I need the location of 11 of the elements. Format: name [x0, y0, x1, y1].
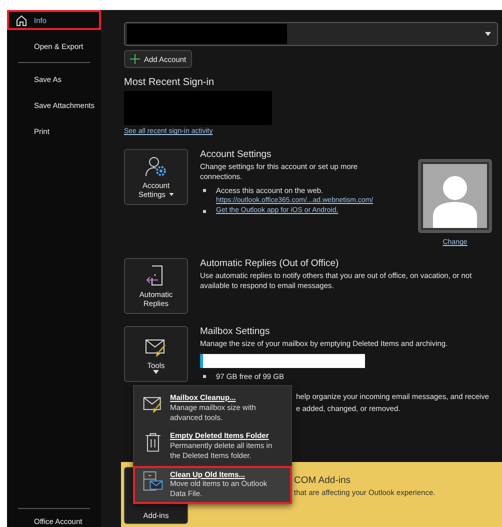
section-title: Most Recent Sign-in — [124, 77, 216, 88]
section-title: COM Add-ins — [294, 475, 352, 486]
account-dropdown[interactable] — [124, 22, 498, 46]
section-title: Mailbox Settings — [200, 326, 271, 337]
plus-icon — [130, 54, 140, 64]
home-icon — [15, 14, 28, 26]
archive-envelope-icon — [142, 470, 164, 492]
caret-icon — [485, 32, 491, 36]
section-title: Automatic Replies (Out of Office) — [200, 258, 340, 269]
person-gear-icon — [144, 155, 168, 179]
section-title: Account Settings — [200, 149, 272, 160]
